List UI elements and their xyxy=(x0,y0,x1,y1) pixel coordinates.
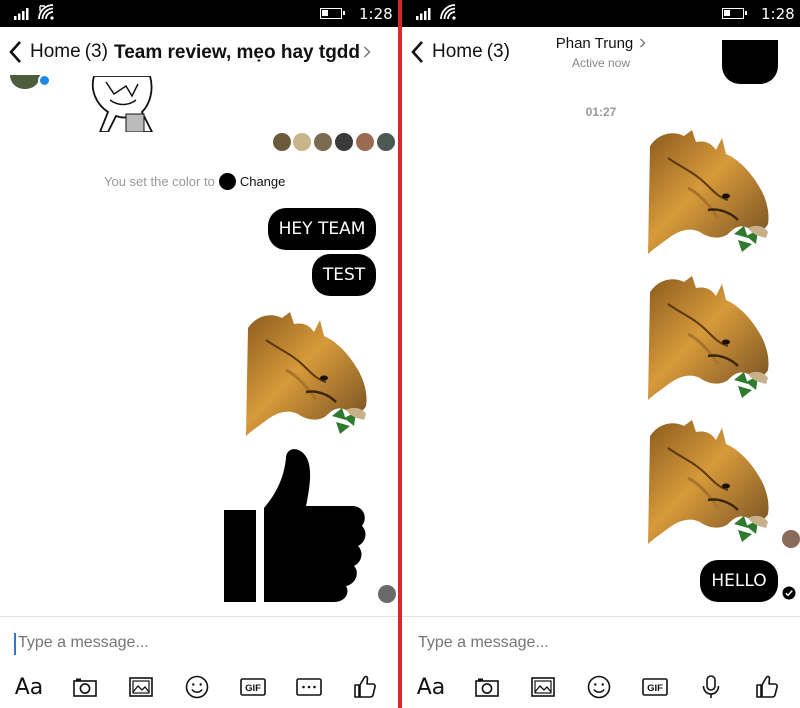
delivered-check-icon xyxy=(782,586,796,600)
microphone-icon xyxy=(702,675,720,698)
message-input[interactable] xyxy=(18,634,378,652)
previous-message-bubble[interactable] xyxy=(722,40,778,84)
status-bar: 1:28 xyxy=(402,0,800,27)
conversation-title[interactable]: Team review, mẹo hay tgdd xyxy=(114,42,360,64)
chevron-right-icon xyxy=(640,38,646,48)
gallery-button[interactable] xyxy=(528,672,558,702)
message-timestamp: 01:27 xyxy=(585,105,617,119)
gif-icon: GIF xyxy=(240,678,266,696)
status-time: 1:28 xyxy=(359,5,393,23)
message-composer: Aa GIF xyxy=(0,616,398,708)
status-time: 1:28 xyxy=(761,5,795,23)
contact-avatar-small[interactable] xyxy=(782,530,800,548)
status-bar: 1:28 xyxy=(0,0,398,27)
change-color-link[interactable]: Change xyxy=(240,174,286,189)
camera-icon xyxy=(475,678,499,697)
gif-label: GIF xyxy=(245,683,261,694)
meme-sticker xyxy=(91,76,154,132)
sender-avatar-small[interactable] xyxy=(378,585,396,603)
gif-icon: GIF xyxy=(642,678,668,696)
text-format-button[interactable]: Aa xyxy=(416,672,446,702)
text-caret xyxy=(14,633,16,655)
home-unread-count: (3) xyxy=(84,41,108,62)
seen-avatar xyxy=(356,133,374,151)
left-chat-pane: 1:28 Home (3) Team review, mẹo hay tgdd Y… xyxy=(0,0,398,708)
seen-avatar xyxy=(273,133,291,151)
large-like-icon[interactable] xyxy=(222,448,368,604)
back-chevron-icon[interactable] xyxy=(8,40,22,64)
gallery-icon xyxy=(531,677,555,697)
like-button[interactable] xyxy=(752,672,782,702)
right-chat-pane: 1:28 Home (3) Phan Trung Active now 01:27… xyxy=(402,0,800,708)
seen-avatar xyxy=(377,133,395,151)
home-label: Home xyxy=(30,41,81,62)
chevron-right-icon[interactable] xyxy=(363,46,371,58)
home-link[interactable]: Home (3) xyxy=(30,41,108,63)
message-input[interactable] xyxy=(418,634,778,652)
text-format-label: Aa xyxy=(14,674,44,700)
battery-icon xyxy=(722,8,747,19)
more-icon xyxy=(296,678,322,696)
like-icon xyxy=(352,674,378,700)
message-bubble-hello[interactable]: HELLO xyxy=(700,560,778,602)
lizard-sticker[interactable] xyxy=(648,274,778,404)
seen-avatar xyxy=(314,133,332,151)
seen-avatar xyxy=(335,133,353,151)
gif-button[interactable]: GIF xyxy=(238,672,268,702)
text-format-label: Aa xyxy=(416,674,446,700)
microphone-button[interactable] xyxy=(696,672,726,702)
emoji-icon xyxy=(587,675,611,699)
camera-icon xyxy=(73,678,97,697)
gif-button[interactable]: GIF xyxy=(640,672,670,702)
like-icon xyxy=(754,674,780,700)
seen-avatar xyxy=(293,133,311,151)
message-bubble-test[interactable]: TEST xyxy=(312,254,376,296)
contact-name-label: Phan Trung xyxy=(555,35,634,52)
lizard-sticker[interactable] xyxy=(246,310,376,440)
gif-label: GIF xyxy=(647,683,663,694)
more-options-button[interactable] xyxy=(294,672,324,702)
wifi-icon xyxy=(440,4,456,20)
notice-text: You set the color to xyxy=(104,174,215,189)
messenger-badge-icon xyxy=(38,74,51,87)
emoji-button[interactable] xyxy=(584,672,614,702)
gallery-icon xyxy=(129,677,153,697)
like-button[interactable] xyxy=(350,672,380,702)
camera-button[interactable] xyxy=(70,672,100,702)
signal-icon xyxy=(14,8,29,20)
sender-avatar[interactable] xyxy=(10,75,40,89)
emoji-icon xyxy=(185,675,209,699)
battery-icon xyxy=(320,8,345,19)
message-bubble-hey-team[interactable]: HEY TEAM xyxy=(268,208,376,250)
text-format-button[interactable]: Aa xyxy=(14,672,44,702)
camera-button[interactable] xyxy=(472,672,502,702)
lizard-sticker[interactable] xyxy=(648,128,778,258)
signal-icon xyxy=(416,8,431,20)
gallery-button[interactable] xyxy=(126,672,156,702)
wifi-icon xyxy=(38,4,54,20)
emoji-button[interactable] xyxy=(182,672,212,702)
color-change-notice: You set the color to Change xyxy=(104,173,285,190)
lizard-sticker[interactable] xyxy=(648,418,778,548)
chat-header: Home (3) Team review, mẹo hay tgdd xyxy=(0,27,398,77)
message-composer: Aa GIF xyxy=(402,616,800,708)
color-swatch xyxy=(218,173,236,190)
